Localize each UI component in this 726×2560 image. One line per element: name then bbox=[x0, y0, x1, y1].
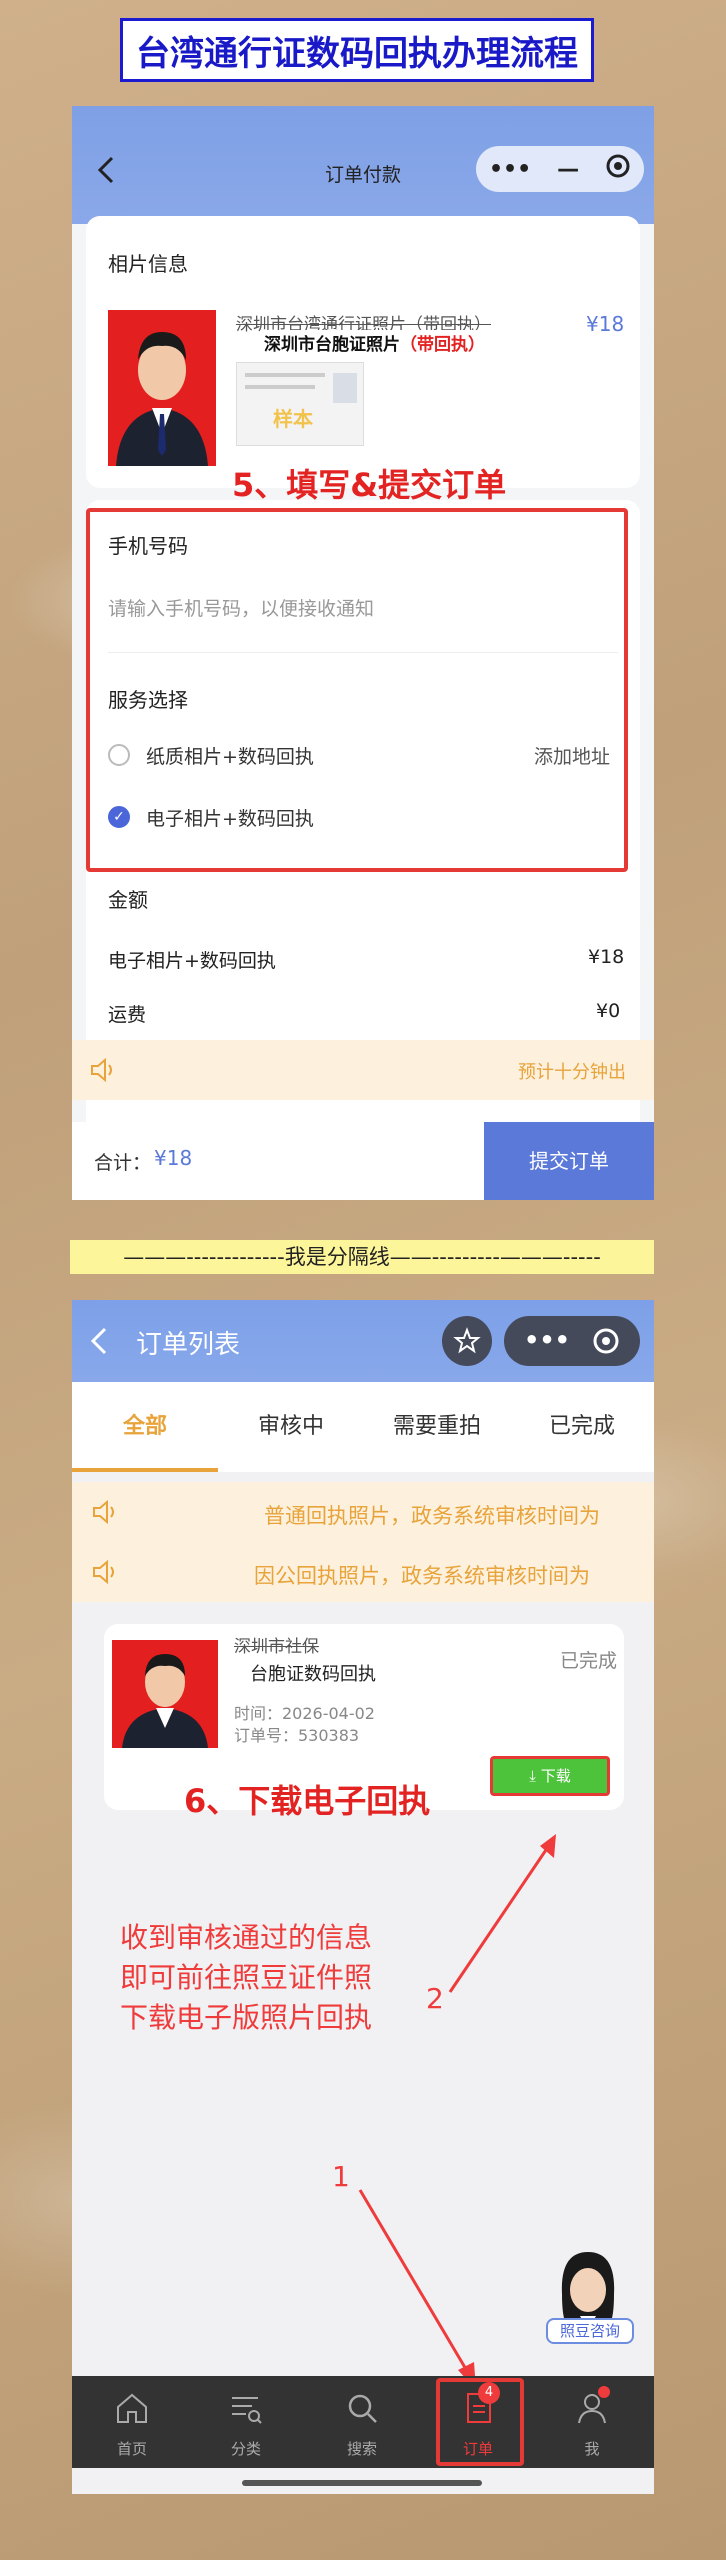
shipping-price: ¥0 bbox=[596, 1000, 621, 1022]
speaker-icon-2 bbox=[92, 1559, 118, 1589]
star-icon[interactable] bbox=[442, 1316, 492, 1366]
nav-bar: 订单付款 ••• — bbox=[72, 106, 654, 224]
order-tabs: 全部 审核中 需要重拍 已完成 bbox=[72, 1382, 654, 1472]
product-price: ¥18 bbox=[586, 312, 625, 336]
home-indicator bbox=[242, 2480, 482, 2486]
back-icon-2[interactable] bbox=[90, 1326, 108, 1360]
tab-reviewing[interactable]: 审核中 bbox=[218, 1382, 364, 1472]
total-value: ¥18 bbox=[154, 1146, 193, 1170]
shipping-label: 运费 bbox=[108, 1004, 147, 1026]
nav-bar-2: 订单列表 ••• bbox=[72, 1300, 654, 1382]
orders-tab-highlight bbox=[436, 2378, 524, 2466]
order-number: 订单号：530383 bbox=[234, 1726, 360, 1745]
more-icon-2[interactable]: ••• bbox=[524, 1326, 570, 1354]
capsule-menu: ••• — bbox=[476, 146, 644, 192]
speaker-icon-1 bbox=[92, 1499, 118, 1529]
search-icon bbox=[348, 2394, 377, 2423]
order-photo bbox=[112, 1640, 218, 1748]
order-name-strike: 深圳市社保 bbox=[234, 1637, 319, 1657]
order-status: 已完成 bbox=[560, 1650, 618, 1672]
amount-item-price: ¥18 bbox=[588, 946, 625, 968]
hint-line-1: 收到审核通过的信息 bbox=[120, 1921, 373, 1954]
notice-text-1: 普通回执照片，政务系统审核时间为 bbox=[264, 1504, 600, 1528]
separator-bar: ———-------------我是分隔线——---------———----- bbox=[70, 1240, 654, 1274]
tabbar-profile[interactable]: 我 bbox=[552, 2376, 632, 2468]
order-time: 时间：2026-04-02 bbox=[234, 1704, 375, 1723]
bottom-tab-bar: 首页 分类 搜索 4 订单 我 bbox=[72, 2376, 654, 2468]
order-payment-screen: 订单付款 ••• — 相片信息 深圳市台湾通行证照片（带回执） 深圳市台胞证照片… bbox=[72, 106, 654, 1200]
product-suffix: （带回执） bbox=[400, 335, 485, 355]
tabbar-category-label: 分类 bbox=[230, 2440, 261, 2458]
capsule-menu-2: ••• bbox=[504, 1316, 640, 1366]
banner-title-box: 台湾通行证数码回执办理流程 bbox=[120, 18, 594, 82]
home-icon bbox=[117, 2393, 147, 2423]
consult-label[interactable]: 照豆咨询 bbox=[546, 2318, 634, 2344]
arrow-to-download bbox=[448, 1834, 556, 1993]
arrow-to-orders-tab bbox=[358, 2189, 476, 2390]
product-name: 深圳市台胞证照片（带回执） bbox=[260, 330, 489, 355]
tabbar-search-label: 搜索 bbox=[346, 2440, 377, 2458]
minimize-icon[interactable]: — bbox=[557, 157, 579, 182]
checkout-bar: 合计： ¥18 提交订单 bbox=[72, 1122, 654, 1200]
sample-card-image: 样本 bbox=[236, 362, 364, 446]
tabbar-home-label: 首页 bbox=[116, 2440, 147, 2458]
more-icon[interactable]: ••• bbox=[489, 157, 531, 182]
notice-bar-1: 普通回执照片，政务系统审核时间为 bbox=[72, 1482, 654, 1542]
submit-order-button[interactable]: 提交订单 bbox=[484, 1122, 654, 1200]
category-icon bbox=[232, 2397, 262, 2424]
notice-bar-2: 因公回执照片，政务系统审核时间为 bbox=[72, 1542, 654, 1602]
notice-text-2: 因公回执照片，政务系统审核时间为 bbox=[254, 1564, 590, 1588]
order-name: 台胞证数码回执 bbox=[246, 1660, 380, 1686]
sample-stamp: 样本 bbox=[273, 407, 313, 431]
tabbar-search[interactable]: 搜索 bbox=[322, 2376, 402, 2468]
tab-all[interactable]: 全部 bbox=[72, 1382, 218, 1472]
step6-caption: 6、下载电子回执 bbox=[184, 1782, 431, 1820]
close-mini-program-icon[interactable] bbox=[605, 153, 631, 185]
consultant-avatar[interactable]: 照豆咨询 bbox=[536, 2244, 636, 2364]
amount-item-label: 电子相片+数码回执 bbox=[108, 950, 276, 972]
tabbar-profile-label: 我 bbox=[584, 2440, 600, 2458]
form-highlight-box bbox=[86, 508, 628, 872]
photo-info-label: 相片信息 bbox=[108, 252, 188, 276]
id-photo bbox=[108, 310, 216, 466]
marker-1: 1 bbox=[332, 2160, 350, 2193]
hint-line-3: 下载电子版照片回执 bbox=[120, 2001, 373, 2034]
total-label: 合计： bbox=[94, 1152, 152, 1174]
download-button[interactable]: ⤓ 下载 bbox=[490, 1756, 610, 1796]
profile-dot bbox=[598, 2386, 610, 2398]
tabbar-category[interactable]: 分类 bbox=[206, 2376, 286, 2468]
speaker-icon bbox=[90, 1057, 116, 1086]
hint-line-2: 即可前往照豆证件照 bbox=[120, 1961, 373, 1994]
tab-completed[interactable]: 已完成 bbox=[510, 1382, 654, 1472]
tab-retake[interactable]: 需要重拍 bbox=[364, 1382, 510, 1472]
eta-notice: 预计十分钟出 bbox=[518, 1062, 626, 1083]
tabbar-home[interactable]: 首页 bbox=[92, 2376, 172, 2468]
page-title-2: 订单列表 bbox=[136, 1330, 241, 1360]
eta-notice-bar: 预计十分钟出 bbox=[72, 1040, 654, 1100]
close-mini-program-icon-2[interactable] bbox=[592, 1327, 620, 1359]
photo-info-card: 相片信息 深圳市台湾通行证照片（带回执） 深圳市台胞证照片（带回执） ¥18 样… bbox=[86, 216, 640, 488]
tab-active-underline bbox=[72, 1468, 218, 1472]
order-list-screen: 订单列表 ••• 全部 审核中 需要重拍 已完成 普通回执照片，政务系统审核时间… bbox=[72, 1300, 654, 2494]
marker-2: 2 bbox=[426, 1982, 444, 2015]
banner-title: 台湾通行证数码回执办理流程 bbox=[136, 33, 578, 74]
amount-label: 金额 bbox=[108, 888, 148, 912]
